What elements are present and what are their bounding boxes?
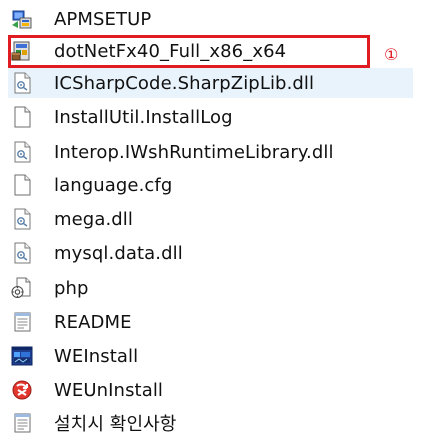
file-name: language.cfg (54, 174, 173, 196)
text-document-icon (10, 411, 34, 435)
file-item-apmsetup[interactable]: APMSETUP (8, 4, 413, 34)
php-script-icon (10, 276, 34, 300)
annotation-marker: ① (384, 45, 399, 64)
uninstall-app-icon (10, 378, 34, 402)
file-name: InstallUtil.InstallLog (54, 106, 233, 128)
application-window-icon (10, 344, 34, 368)
file-name: mega.dll (54, 208, 134, 230)
file-name: README (54, 311, 132, 333)
file-item-weinstall[interactable]: WEInstall (8, 341, 413, 371)
file-item-language-cfg[interactable]: language.cfg (8, 170, 413, 200)
dll-file-icon (10, 241, 34, 265)
dll-file-icon (10, 207, 34, 231)
blank-file-icon (10, 105, 34, 129)
file-item-mega-dll[interactable]: mega.dll (8, 204, 413, 234)
dll-file-icon (10, 71, 34, 95)
setup-app-icon (10, 7, 34, 31)
file-name: php (54, 277, 89, 299)
file-name: mysql.data.dll (54, 242, 183, 264)
file-item-icsharpcode-dll[interactable]: ICSharpCode.SharpZipLib.dll (8, 68, 413, 98)
file-item-installutil-log[interactable]: InstallUtil.InstallLog (8, 102, 413, 132)
file-item-weuninstall[interactable]: WEUnInstall (8, 375, 413, 405)
file-name: WEUnInstall (54, 379, 164, 401)
file-name: APMSETUP (54, 8, 152, 30)
file-item-interop-dll[interactable]: Interop.IWshRuntimeLibrary.dll (8, 137, 413, 167)
file-item-install-notes[interactable]: 설치시 확인사항 (8, 408, 413, 438)
file-name: WEInstall (54, 345, 139, 367)
blank-file-icon (10, 173, 34, 197)
file-name: Interop.IWshRuntimeLibrary.dll (54, 141, 334, 163)
file-name: ICSharpCode.SharpZipLib.dll (54, 72, 315, 94)
file-name: 설치시 확인사항 (54, 414, 177, 435)
highlight-box (8, 35, 370, 68)
dll-file-icon (10, 140, 34, 164)
text-document-icon (10, 310, 34, 334)
file-item-mysql-data-dll[interactable]: mysql.data.dll (8, 238, 413, 268)
file-item-php[interactable]: php (8, 273, 413, 303)
file-item-readme[interactable]: README (8, 307, 413, 337)
